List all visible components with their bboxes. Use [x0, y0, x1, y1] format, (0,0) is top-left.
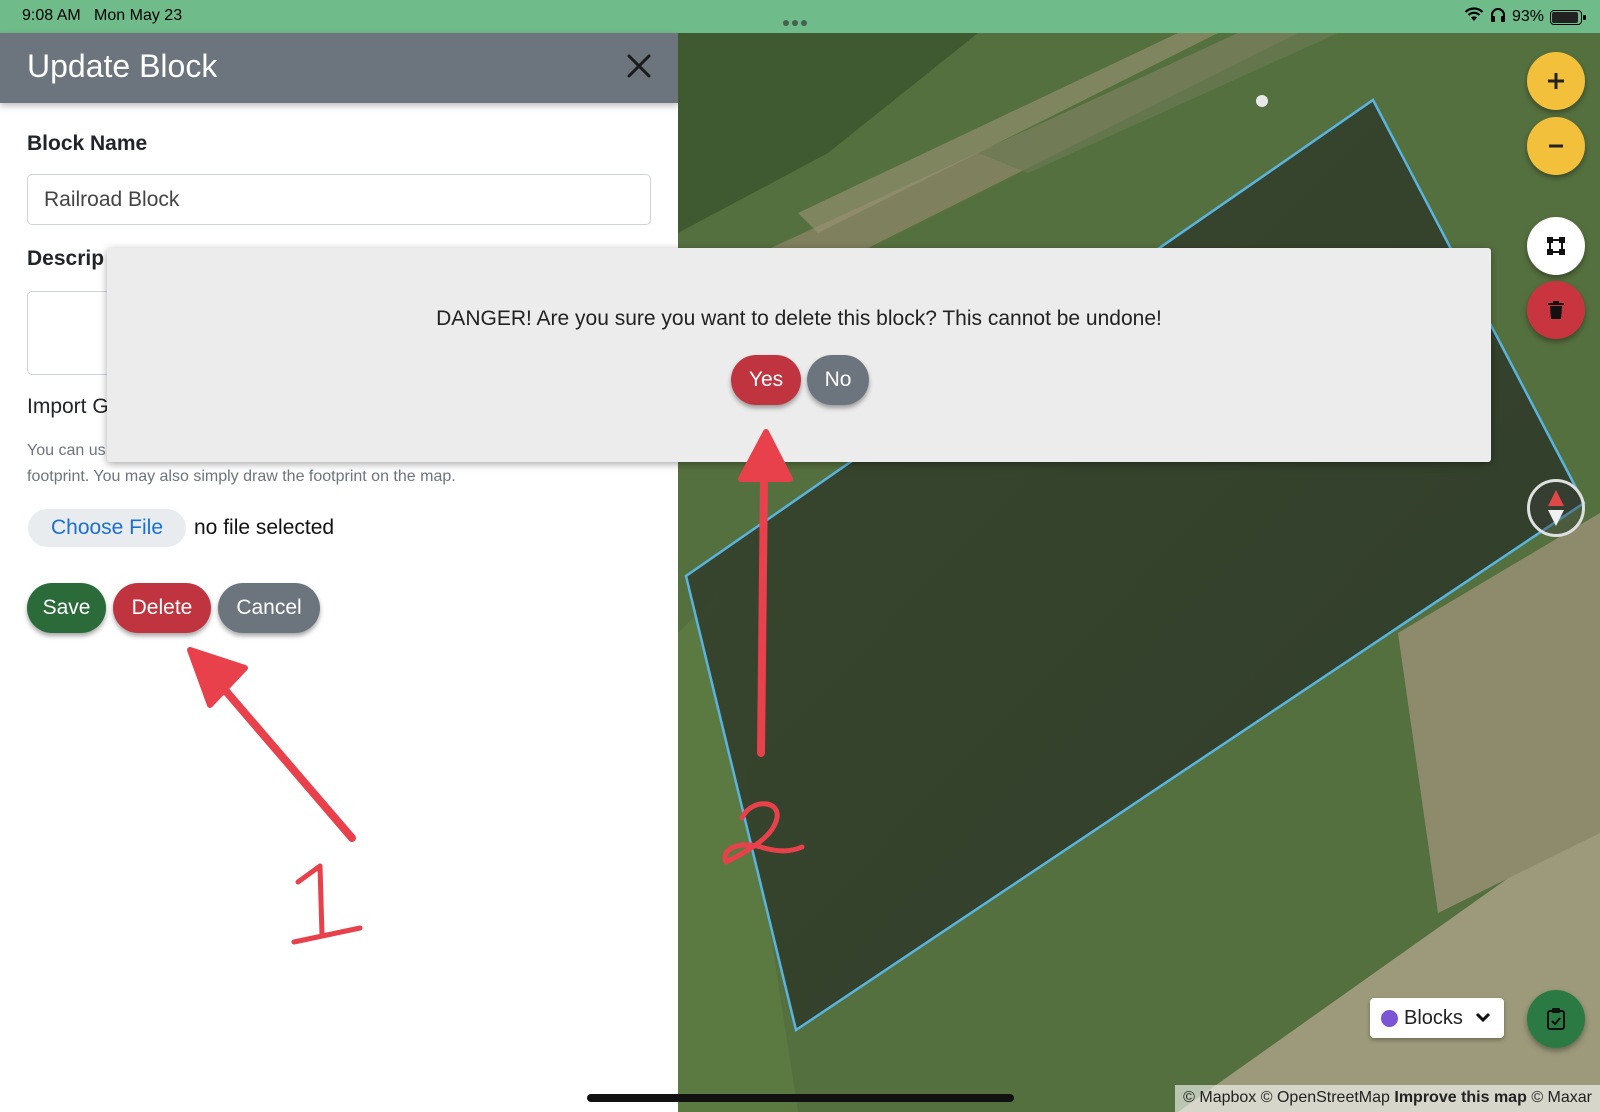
layer-color-dot	[1381, 1009, 1398, 1027]
help-line-2: footprint. You may also simply draw the …	[27, 468, 456, 485]
zoom-out-button[interactable]	[1527, 117, 1585, 175]
clipboard-button[interactable]	[1527, 990, 1585, 1048]
battery-percentage: 93%	[1511, 8, 1544, 25]
save-button[interactable]: Save	[27, 583, 106, 633]
minus-icon	[1549, 144, 1563, 148]
dialog-message: DANGER! Are you sure you want to delete …	[436, 307, 1162, 330]
block-name-input[interactable]	[27, 174, 651, 225]
page-title: Update Block	[27, 48, 218, 84]
delete-shape-button[interactable]	[1527, 281, 1585, 339]
mapbox-link[interactable]: © Mapbox	[1183, 1089, 1256, 1106]
delete-confirm-dialog: DANGER! Are you sure you want to delete …	[107, 248, 1491, 462]
battery-icon	[1550, 9, 1586, 25]
update-block-panel: Update Block Block Name Descrip Import G…	[0, 33, 678, 1112]
home-indicator[interactable]	[587, 1094, 1014, 1102]
zoom-in-button[interactable]	[1527, 52, 1585, 110]
confirm-no-button[interactable]: No	[807, 355, 869, 405]
trash-icon	[1548, 301, 1564, 319]
plus-icon	[1548, 73, 1564, 89]
layer-select[interactable]: Blocks	[1370, 998, 1504, 1038]
chevron-down-icon	[1475, 1012, 1490, 1023]
panel-header: Update Block	[0, 33, 678, 103]
improve-map-link[interactable]: Improve this map	[1394, 1089, 1526, 1106]
draw-polygon-icon	[1547, 237, 1565, 255]
import-label: Import G	[27, 395, 109, 418]
satellite-imagery	[678, 33, 1600, 1112]
cancel-button[interactable]: Cancel	[218, 583, 320, 633]
status-right: 93%	[1464, 7, 1586, 27]
headphones-icon	[1490, 7, 1506, 27]
block-name-label: Block Name	[27, 132, 148, 155]
maxar-link[interactable]: © Maxar	[1531, 1089, 1592, 1106]
compass-icon[interactable]	[1527, 479, 1585, 537]
delete-button[interactable]: Delete	[113, 583, 211, 633]
multitasking-dots[interactable]	[783, 13, 813, 26]
description-label: Descrip	[27, 247, 105, 270]
no-file-text: no file selected	[194, 516, 335, 539]
close-icon[interactable]	[622, 49, 656, 83]
status-bar: 9:08 AM Mon May 23 93%	[0, 0, 1600, 33]
wifi-icon	[1464, 7, 1484, 27]
clipboard-check-icon	[1547, 1008, 1565, 1030]
osm-link[interactable]: © OpenStreetMap	[1261, 1089, 1390, 1106]
map-attribution: © Mapbox © OpenStreetMap Improve this ma…	[1175, 1085, 1600, 1112]
confirm-yes-button[interactable]: Yes	[731, 355, 801, 405]
layer-select-value: Blocks	[1404, 1006, 1463, 1029]
map-view[interactable]: Blocks © Mapbox © OpenStreetMap Improve …	[678, 33, 1600, 1112]
status-time: 9:08 AM Mon May 23	[22, 7, 183, 24]
draw-polygon-button[interactable]	[1527, 217, 1585, 275]
choose-file-button[interactable]: Choose File	[28, 509, 186, 547]
